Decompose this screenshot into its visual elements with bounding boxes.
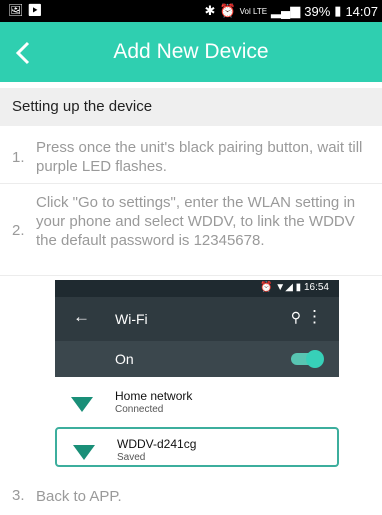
step-number: 1. [12,149,25,166]
network-status: Connected [115,404,164,415]
step-text: Press once the unit's black pairing butt… [36,139,363,175]
step-1: 1. Press once the unit's black pairing b… [0,138,382,178]
screenshot-status-icons: ⏰ ▼◢ ▮ 16:54 [260,282,329,293]
screenshot-toolbar: ← Wi-Fi ⚲ ⋮ [55,297,339,341]
screenshot-on-label: On [115,351,134,367]
step-number: 2. [12,222,25,239]
app-bar: Add New Device [0,22,382,82]
step-number: 3. [12,487,25,504]
wifi-settings-screenshot: ⏰ ▼◢ ▮ 16:54 ← Wi-Fi ⚲ ⋮ On Home network… [55,280,339,467]
status-icons: ✱ ⏰ Vol LTE ▂▄▆ 39% ▮ 14:07 [205,3,378,19]
step-3: 3. Back to APP. [0,487,382,507]
screenshot-status-bar: ⏰ ▼◢ ▮ 16:54 [55,280,339,297]
page-title: Add New Device [113,40,269,63]
screenshot-title: Wi-Fi [115,311,148,327]
screenshot-menu-icon: ⋮ [306,307,323,326]
divider [0,275,382,276]
lte-label: Vol LTE [239,6,268,16]
screenshot-network-row: Home network Connected [55,381,339,421]
bluetooth-icon: ✱ [204,3,216,18]
screenshot-search-icon: ⚲ [290,309,301,325]
battery-icon: ▮ [334,3,342,18]
status-time: 14:07 [345,3,378,19]
network-name: Home network [115,389,193,403]
divider [0,183,382,184]
step-text: Back to APP. [36,488,122,505]
screenshot-network-row-selected: WDDV-d241cg Saved [55,427,339,467]
section-title: Setting up the device [12,98,153,115]
network-name: WDDV-d241cg [117,437,197,451]
wifi-signal-icon: ▂▄▆ [271,3,301,18]
step-text: Click "Go to settings", enter the WLAN s… [36,194,356,249]
status-bar: 🖼▶ ✱ ⏰ Vol LTE ▂▄▆ 39% ▮ 14:07 [0,0,382,22]
wifi-network-icon [73,445,95,460]
alarm-icon: ⏰ [219,3,236,18]
screenshot-back-icon: ← [73,307,90,326]
step-2: 2. Click "Go to settings", enter the WLA… [0,193,382,273]
network-status: Saved [117,452,146,463]
battery-percent: 39% [304,3,331,19]
wifi-network-icon [71,397,93,412]
screenshot-toggle [291,350,324,368]
screenshot-time: 16:54 [303,282,329,293]
screenshot-on-row: On [55,341,339,377]
notification-icons: 🖼▶ [8,3,47,17]
section-header: Setting up the device [0,88,382,126]
